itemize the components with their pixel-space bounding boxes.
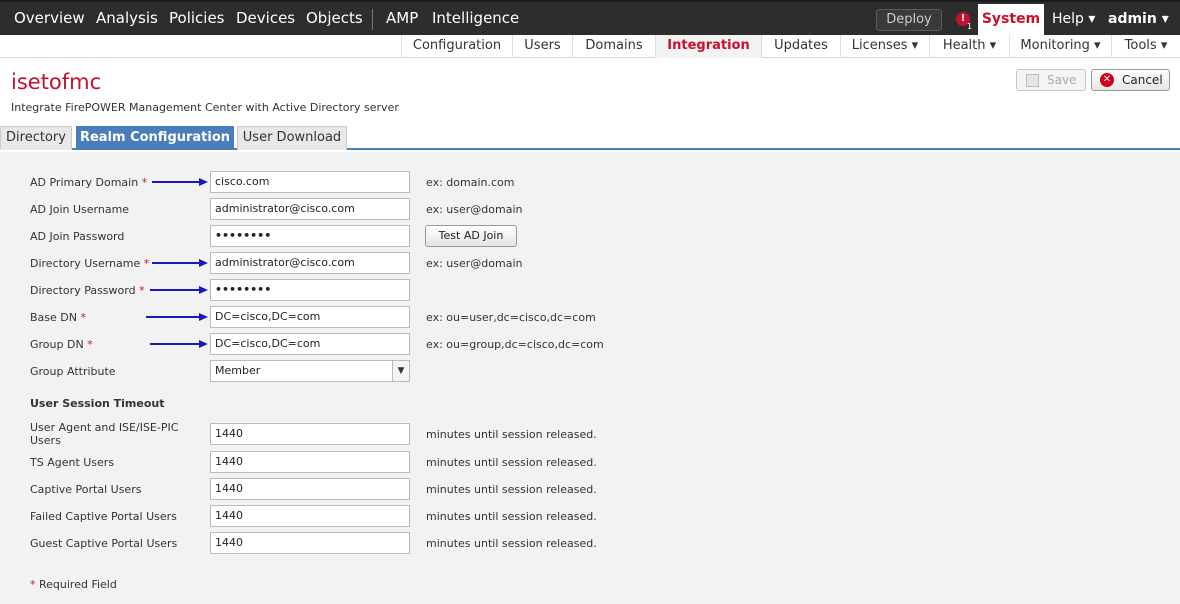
- label-directory-username: Directory Username *: [30, 257, 150, 270]
- required-marker: *: [87, 338, 93, 351]
- tab-realm-configuration[interactable]: Realm Configuration: [76, 126, 234, 150]
- label-failed-captive-portal-users: Failed Captive Portal Users: [30, 510, 177, 523]
- nav-objects[interactable]: Objects: [306, 2, 363, 37]
- hint-failed-captive-portal-timeout: minutes until session released.: [426, 510, 597, 523]
- arrow-annotation: [152, 178, 208, 186]
- nav-policies[interactable]: Policies: [169, 2, 224, 37]
- label-captive-portal-users: Captive Portal Users: [30, 483, 142, 496]
- subnav-configuration[interactable]: Configuration: [401, 35, 512, 58]
- required-marker: *: [139, 284, 145, 297]
- label-ad-join-password: AD Join Password: [30, 230, 125, 243]
- label-ts-agent-users: TS Agent Users: [30, 456, 115, 469]
- save-label: Save: [1047, 73, 1077, 87]
- tab-user-download[interactable]: User Download: [237, 126, 347, 150]
- test-ad-join-button[interactable]: Test AD Join: [425, 225, 517, 247]
- subnav-users[interactable]: Users: [512, 35, 572, 58]
- top-navbar: Overview Analysis Policies Devices Objec…: [0, 0, 1180, 37]
- subnav-tools[interactable]: Tools ▾: [1111, 35, 1180, 58]
- subnav-licenses[interactable]: Licenses ▾: [840, 35, 929, 58]
- arrow-annotation: [150, 286, 208, 294]
- label-directory-password: Directory Password *: [30, 284, 145, 297]
- chevron-down-icon[interactable]: ▼: [392, 361, 409, 381]
- hint-ad-join-username: ex: user@domain: [426, 203, 523, 216]
- arrow-annotation: [150, 340, 208, 348]
- ad-join-username-input[interactable]: administrator@cisco.com: [210, 198, 410, 220]
- hint-group-dn: ex: ou=group,dc=cisco,dc=com: [426, 338, 604, 351]
- system-menu[interactable]: System: [978, 4, 1044, 37]
- directory-username-input[interactable]: administrator@cisco.com: [210, 252, 410, 274]
- alert-count: 1: [967, 22, 973, 31]
- hint-user-agent-timeout: minutes until session released.: [426, 428, 597, 441]
- label-user-agent-ise-users: User Agent and ISE/ISE-PIC Users: [30, 421, 179, 447]
- hint-ad-primary-domain: ex: domain.com: [426, 176, 515, 189]
- help-menu[interactable]: Help ▾: [1052, 2, 1095, 37]
- nav-analysis[interactable]: Analysis: [96, 2, 158, 37]
- required-marker: *: [80, 311, 86, 324]
- base-dn-input[interactable]: DC=cisco,DC=com: [210, 306, 410, 328]
- hint-base-dn: ex: ou=user,dc=cisco,dc=com: [426, 311, 596, 324]
- hint-ts-agent-timeout: minutes until session released.: [426, 456, 597, 469]
- group-attribute-value: Member: [215, 364, 261, 377]
- required-marker: *: [143, 257, 150, 270]
- label-group-dn: Group DN *: [30, 338, 93, 351]
- group-attribute-select[interactable]: Member ▼: [210, 360, 410, 382]
- subnav-monitoring[interactable]: Monitoring ▾: [1009, 35, 1111, 58]
- section-user-session-timeout: User Session Timeout: [30, 397, 165, 410]
- close-icon: ✕: [1100, 73, 1114, 87]
- deploy-button[interactable]: Deploy: [876, 9, 942, 31]
- group-dn-input[interactable]: DC=cisco,DC=com: [210, 333, 410, 355]
- nav-overview[interactable]: Overview: [14, 2, 85, 37]
- floppy-icon: [1026, 74, 1039, 87]
- nav-intelligence[interactable]: Intelligence: [432, 2, 519, 37]
- realm-tabs: Directory Realm Configuration User Downl…: [0, 126, 1180, 150]
- nav-devices[interactable]: Devices: [236, 2, 295, 37]
- ad-join-password-input[interactable]: ••••••••: [210, 225, 410, 247]
- failed-captive-portal-timeout-input[interactable]: 1440: [210, 505, 410, 527]
- tab-directory[interactable]: Directory: [0, 126, 72, 150]
- hint-captive-portal-timeout: minutes until session released.: [426, 483, 597, 496]
- label-base-dn: Base DN *: [30, 311, 86, 324]
- guest-captive-portal-timeout-input[interactable]: 1440: [210, 532, 410, 554]
- user-menu[interactable]: admin ▾: [1108, 2, 1169, 37]
- cancel-label: Cancel: [1122, 73, 1163, 87]
- page-title: isetofmc: [11, 70, 102, 94]
- required-marker: *: [141, 176, 148, 189]
- nav-amp[interactable]: AMP: [386, 2, 418, 37]
- ad-primary-domain-input[interactable]: cisco.com: [210, 171, 410, 193]
- subnav-integration[interactable]: Integration: [655, 35, 761, 58]
- nav-divider: [372, 9, 373, 30]
- save-button[interactable]: Save: [1016, 69, 1086, 91]
- captive-portal-timeout-input[interactable]: 1440: [210, 478, 410, 500]
- label-ad-join-username: AD Join Username: [30, 203, 130, 216]
- ts-agent-timeout-input[interactable]: 1440: [210, 451, 410, 473]
- required-field-note: * Required Field: [30, 578, 117, 591]
- label-ad-primary-domain: AD Primary Domain *: [30, 176, 148, 189]
- user-agent-timeout-input[interactable]: 1440: [210, 423, 410, 445]
- label-group-attribute: Group Attribute: [30, 365, 116, 378]
- subnav-updates[interactable]: Updates: [761, 35, 840, 58]
- hint-directory-username: ex: user@domain: [426, 257, 523, 270]
- cancel-button[interactable]: ✕ Cancel: [1091, 69, 1170, 91]
- subnav-health[interactable]: Health ▾: [929, 35, 1009, 58]
- arrow-annotation: [146, 313, 208, 321]
- directory-password-input[interactable]: ••••••••: [210, 279, 410, 301]
- system-subnav: Configuration Users Domains Integration …: [0, 35, 1180, 58]
- subnav-domains[interactable]: Domains: [572, 35, 655, 58]
- page-subtitle: Integrate FirePOWER Management Center wi…: [11, 101, 399, 114]
- label-guest-captive-portal-users: Guest Captive Portal Users: [30, 537, 178, 550]
- arrow-annotation: [152, 259, 208, 267]
- hint-guest-captive-portal-timeout: minutes until session released.: [426, 537, 597, 550]
